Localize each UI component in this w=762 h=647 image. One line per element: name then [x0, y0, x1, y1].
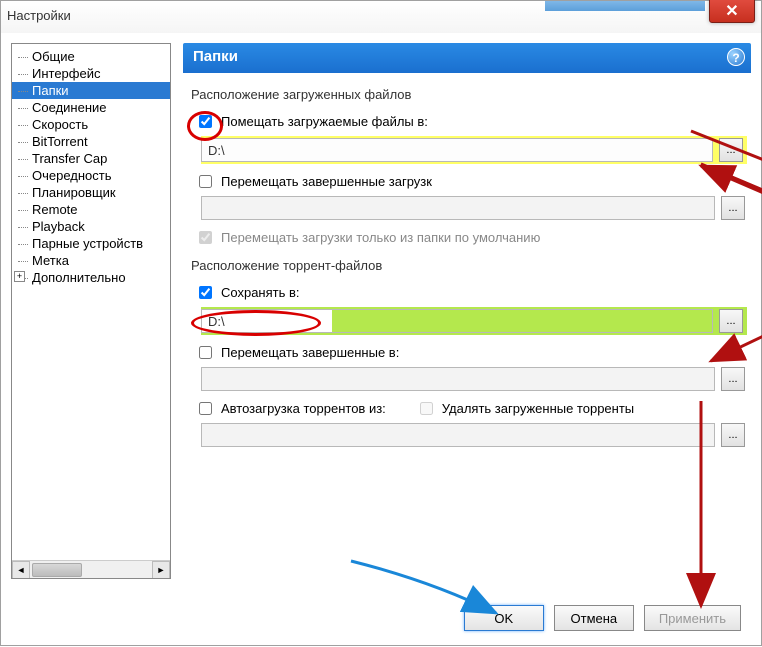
tree-item-13[interactable]: +Дополнительно	[12, 269, 170, 286]
tree-item-4[interactable]: Скорость	[12, 116, 170, 133]
downloaded-files-group: Расположение загруженных файлов Помещать…	[183, 87, 751, 248]
chk-save-torrents-row: Сохранять в:	[195, 281, 751, 303]
chk-delete-loaded-torrents[interactable]	[420, 402, 433, 415]
chk-move-finished-torrents-label[interactable]: Перемещать завершенные в:	[221, 345, 399, 360]
panel-title: Папки	[193, 48, 238, 65]
completed-path-input[interactable]	[201, 196, 715, 220]
chk-move-completed-label[interactable]: Перемещать завершенные загрузк	[221, 174, 432, 189]
cancel-button[interactable]: Отмена	[554, 605, 634, 631]
window-title: Настройки	[7, 8, 71, 23]
close-icon: ✕	[725, 1, 738, 21]
group1-title: Расположение загруженных файлов	[191, 87, 751, 102]
chk-save-torrents-label[interactable]: Сохранять в:	[221, 285, 300, 300]
content-panel: Папки ? Расположение загруженных файлов …	[183, 43, 751, 593]
completed-path-row: ...	[201, 196, 745, 220]
titlebar-accent	[545, 1, 705, 11]
chk-move-completed-row: Перемещать завершенные загрузк	[195, 170, 751, 192]
finished-torrents-path-row: ...	[201, 367, 745, 391]
chk-put-downloads-row: Помещать загружаемые файлы в:	[195, 110, 751, 132]
tree-expander-icon[interactable]: +	[14, 271, 25, 282]
ok-button[interactable]: OK	[464, 605, 544, 631]
chk-put-downloads[interactable]	[199, 115, 212, 128]
torrent-save-path-input[interactable]	[201, 309, 713, 333]
group2-title: Расположение торрент-файлов	[191, 258, 751, 273]
close-button[interactable]: ✕	[709, 0, 755, 23]
body-area: ОбщиеИнтерфейсПапкиСоединениеСкоростьBit…	[1, 33, 761, 593]
tree-horizontal-scrollbar[interactable]: ◄ ►	[12, 560, 170, 578]
tree-item-3[interactable]: Соединение	[12, 99, 170, 116]
tree-item-6[interactable]: Transfer Cap	[12, 150, 170, 167]
finished-torrents-path-input[interactable]	[201, 367, 715, 391]
finished-torrents-browse-button[interactable]: ...	[721, 367, 745, 391]
torrent-files-group: Расположение торрент-файлов Сохранять в:…	[183, 258, 751, 447]
chk-move-completed[interactable]	[199, 175, 212, 188]
torrent-save-path-row: ...	[201, 307, 747, 335]
apply-button[interactable]: Применить	[644, 605, 741, 631]
autoload-browse-button[interactable]: ...	[721, 423, 745, 447]
chk-only-default[interactable]	[199, 231, 212, 244]
autoload-path-row: ...	[201, 423, 745, 447]
tree-item-12[interactable]: Метка	[12, 252, 170, 269]
chk-delete-loaded-torrents-label: Удалять загруженные торренты	[442, 401, 634, 416]
tree-item-10[interactable]: Playback	[12, 218, 170, 235]
category-tree: ОбщиеИнтерфейсПапкиСоединениеСкоростьBit…	[11, 43, 171, 579]
chk-only-default-label: Перемещать загрузки только из папки по у…	[221, 230, 540, 245]
autoload-row: Автозагрузка торрентов из: Удалять загру…	[195, 397, 751, 419]
tree-item-7[interactable]: Очередность	[12, 167, 170, 184]
chk-move-finished-torrents-row: Перемещать завершенные в:	[195, 341, 751, 363]
scroll-left-arrow-icon[interactable]: ◄	[12, 561, 30, 579]
download-path-input[interactable]	[201, 138, 713, 162]
chk-put-downloads-label[interactable]: Помещать загружаемые файлы в:	[221, 114, 428, 129]
tree-item-0[interactable]: Общие	[12, 48, 170, 65]
tree-item-2[interactable]: Папки	[12, 82, 170, 99]
tree-item-8[interactable]: Планировщик	[12, 184, 170, 201]
scroll-thumb[interactable]	[32, 563, 82, 577]
titlebar: Настройки ✕	[1, 1, 761, 33]
tree-item-9[interactable]: Remote	[12, 201, 170, 218]
autoload-path-input[interactable]	[201, 423, 715, 447]
settings-window: Настройки ✕ ОбщиеИнтерфейсПапкиСоединени…	[0, 0, 762, 646]
tree-item-5[interactable]: BitTorrent	[12, 133, 170, 150]
tree-item-1[interactable]: Интерфейс	[12, 65, 170, 82]
chk-move-finished-torrents[interactable]	[199, 346, 212, 359]
panel-header: Папки ?	[183, 43, 751, 73]
scroll-right-arrow-icon[interactable]: ►	[152, 561, 170, 579]
torrent-save-browse-button[interactable]: ...	[719, 309, 743, 333]
download-path-browse-button[interactable]: ...	[719, 138, 743, 162]
chk-autoload-torrents[interactable]	[199, 402, 212, 415]
tree-item-11[interactable]: Парные устройств	[12, 235, 170, 252]
help-icon[interactable]: ?	[727, 48, 745, 66]
chk-only-default-row: Перемещать загрузки только из папки по у…	[195, 226, 751, 248]
completed-path-browse-button[interactable]: ...	[721, 196, 745, 220]
dialog-button-bar: OK Отмена Применить	[464, 605, 741, 631]
chk-save-torrents[interactable]	[199, 286, 212, 299]
download-path-row: ...	[201, 136, 747, 164]
chk-autoload-torrents-label[interactable]: Автозагрузка торрентов из:	[221, 401, 386, 416]
